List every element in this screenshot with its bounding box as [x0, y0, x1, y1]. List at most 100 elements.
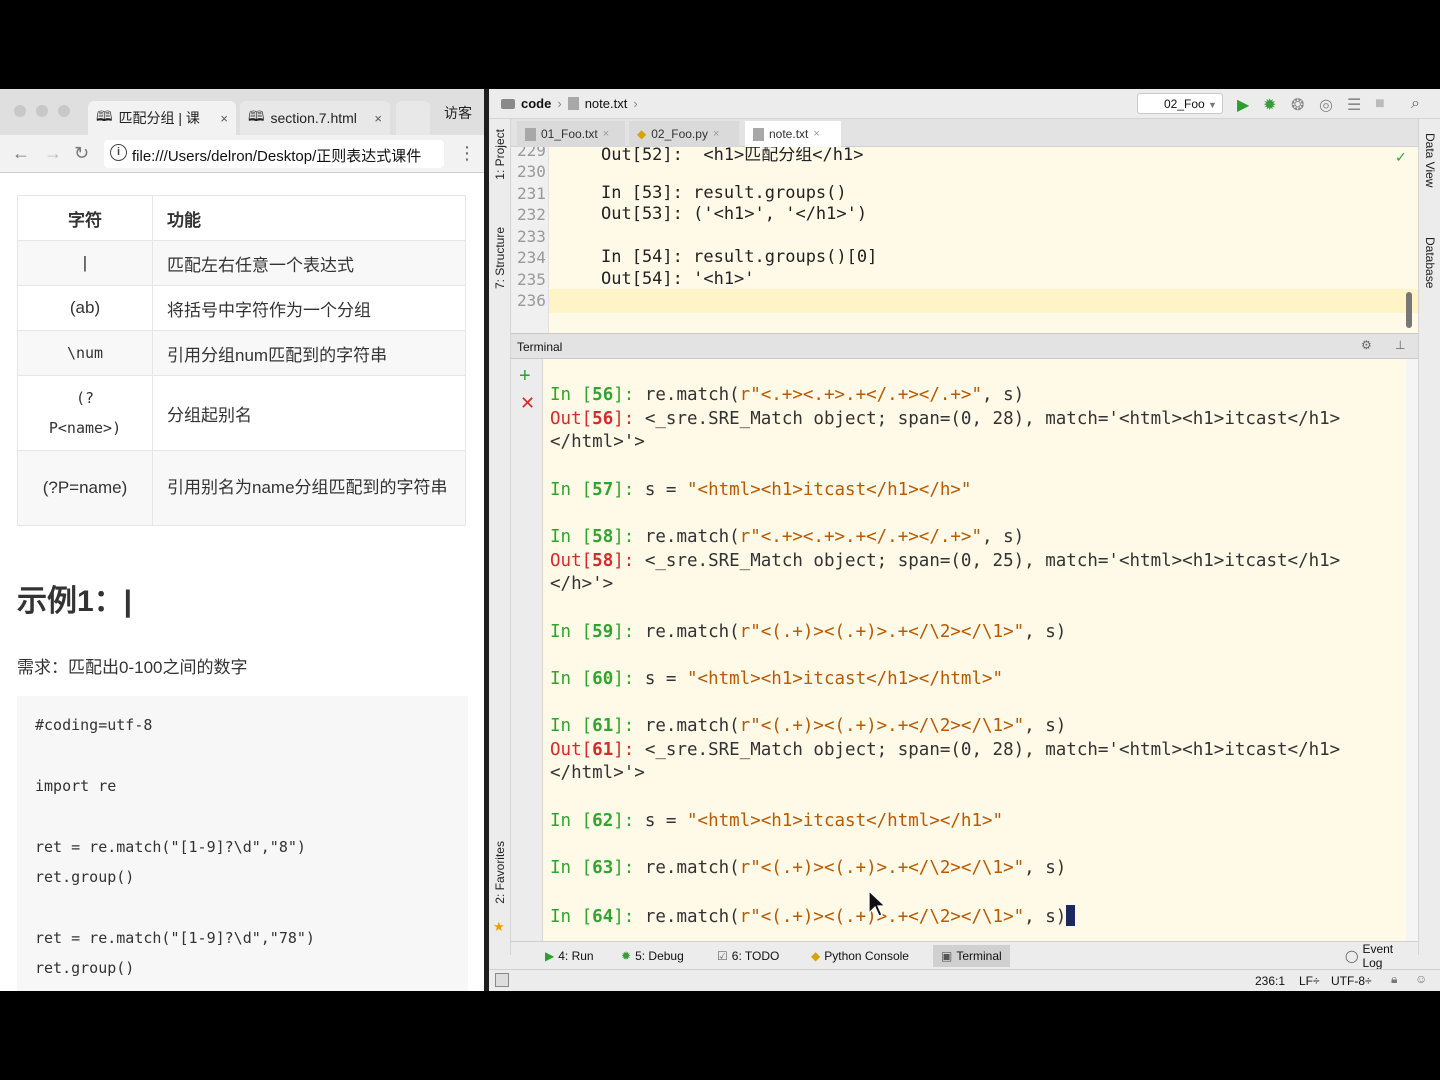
terminal-title: Terminal [517, 340, 563, 354]
add-terminal-icon[interactable]: + [519, 365, 531, 388]
inspector-icon[interactable]: ☺ [1415, 972, 1427, 986]
breadcrumb-item[interactable]: code [521, 96, 551, 111]
regex-function-table: 字符 功能 | 匹配左右任意一个表达式 (ab) 将括号中字符作为一个分组 \n… [17, 195, 466, 526]
code-line: ret = re.match("[1-9]?\d","78") [35, 929, 315, 947]
table-cell-desc: 将括号中字符作为一个分组 [152, 285, 466, 331]
text-file-icon [525, 127, 536, 141]
zoom-window-button[interactable] [58, 105, 70, 117]
tab-title: section.7.html [270, 110, 357, 126]
editor-tab-02-foo[interactable]: ◆ 02_Foo.py × [629, 121, 739, 147]
table-cell-char: | [17, 240, 153, 286]
run-config-select[interactable]: 02_Foo ▼ [1137, 93, 1223, 114]
editor-scrollbar[interactable] [1406, 292, 1412, 328]
editor-line: Out[52]: <h1>匹配分组</h1> [601, 147, 864, 165]
code-line: ret.group() [35, 868, 135, 886]
line-number: 234 [517, 248, 546, 267]
tab-label: 02_Foo.py [651, 127, 708, 141]
info-icon[interactable]: i [110, 144, 127, 161]
browser-window: 🕮 匹配分组 | 课 × 🕮 section.7.html × 访客 ← → ↻… [0, 89, 484, 991]
browser-tab-1[interactable]: 🕮 匹配分组 | 课 × [88, 101, 236, 135]
debug-tool-button[interactable]: ✹ 5: Debug [613, 945, 692, 967]
run-icon[interactable]: ▶ [1237, 95, 1249, 115]
url-field[interactable]: i file:///Users/delron/Desktop/正则表达式课件 [104, 140, 444, 168]
run-tool-button[interactable]: ▶ 4: Run [537, 945, 602, 967]
line-separator[interactable]: LF÷ [1299, 974, 1320, 988]
line-number: 232 [517, 205, 546, 224]
caret-position[interactable]: 236:1 [1255, 974, 1285, 988]
forward-arrow-icon[interactable]: → [44, 143, 62, 164]
status-bar: 236:1 LF÷ UTF-8÷ 🔒︎ ☺ [489, 969, 1440, 991]
structure-tool-button[interactable]: 7: Structure [493, 227, 507, 289]
close-tab-icon[interactable]: × [220, 111, 228, 126]
check-icon: ✓ [1395, 149, 1407, 165]
terminal-line: In [61]: re.match(r"<(.+)><(.+)>.+</\2><… [550, 716, 1067, 736]
tab-title: 匹配分组 | 课 [118, 110, 200, 126]
browser-tab-2[interactable]: 🕮 section.7.html × [240, 101, 390, 135]
book-icon: 🕮 [96, 108, 113, 124]
lock-icon[interactable]: 🔒︎ [1391, 972, 1397, 987]
terminal-header: Terminal ⚙ ⊥ [511, 333, 1418, 359]
todo-tool-button[interactable]: ☑ 6: TODO [709, 945, 787, 967]
reload-icon[interactable]: ↻ [74, 143, 89, 164]
star-icon: ★ [493, 919, 505, 934]
visitor-label[interactable]: 访客 [444, 103, 472, 123]
hide-panel-icon[interactable]: ⊥ [1395, 338, 1405, 352]
terminal-line: In [56]: re.match(r"<.+><.+>.+</.+></.+>… [550, 385, 1025, 405]
close-tab-icon[interactable]: × [713, 128, 719, 140]
table-header: 字符 [17, 195, 153, 241]
code-line: #coding=utf-8 [35, 716, 153, 734]
breadcrumb-item[interactable]: note.txt [585, 96, 628, 111]
terminal-tool-button[interactable]: ▣ Terminal [933, 945, 1010, 967]
terminal-scrollbar[interactable] [1406, 359, 1418, 941]
chevron-right-icon: › [633, 96, 638, 111]
mouse-pointer-icon [868, 889, 887, 917]
close-tab-icon[interactable]: × [813, 128, 819, 140]
editor-line: Out[53]: ('<h1>', '</h1>') [601, 204, 868, 224]
terminal-line: In [57]: s = "<html><h1>itcast</h1></h>" [550, 480, 972, 500]
table-cell-char: \num [17, 330, 153, 376]
concurrency-icon[interactable]: ☰ [1347, 95, 1361, 115]
minimize-window-button[interactable] [36, 105, 48, 117]
python-file-icon: ◆ [637, 127, 647, 141]
close-tab-icon[interactable]: × [603, 128, 609, 140]
python-console-button[interactable]: ◆ Python Console [803, 945, 917, 967]
table-row: (?P<name>) 分组起别名 [17, 375, 466, 451]
terminal-output[interactable]: In [56]: re.match(r"<.+><.+>.+</.+></.+>… [543, 359, 1406, 941]
line-number: 231 [517, 184, 546, 203]
profile-icon[interactable]: ◎ [1319, 95, 1333, 115]
table-cell-char: (?P<name>) [17, 375, 153, 451]
search-icon[interactable]: ⌕ [1411, 95, 1420, 113]
editor-pane[interactable]: 229 230 231 232 233 234 235 236 Out[52]:… [511, 147, 1418, 333]
new-tab-button[interactable] [396, 101, 430, 135]
stop-icon[interactable]: ■ [1375, 95, 1385, 113]
coverage-icon[interactable]: ❂ [1291, 95, 1304, 115]
chevron-right-icon: › [557, 96, 562, 111]
event-log-button[interactable]: ◯ Event Log [1337, 942, 1418, 970]
project-tool-button[interactable]: 1: Project [493, 129, 507, 180]
database-tool-button[interactable]: Database [1423, 237, 1437, 288]
menu-dots-icon[interactable]: ⋮ [458, 143, 476, 164]
terminal-line: In [63]: re.match(r"<(.+)><(.+)>.+</\2><… [550, 858, 1067, 878]
address-bar: ← → ↻ i file:///Users/delron/Desktop/正则表… [0, 135, 484, 173]
current-line-highlight [549, 289, 1418, 313]
panel-toggle-icon[interactable] [495, 973, 509, 987]
speech-bubble-icon: ◯ [1345, 949, 1359, 963]
close-tab-icon[interactable]: × [374, 111, 382, 126]
back-arrow-icon[interactable]: ← [12, 143, 30, 164]
editor-tab-01-foo[interactable]: 01_Foo.txt × [517, 121, 625, 147]
file-encoding[interactable]: UTF-8÷ [1331, 974, 1372, 988]
favorites-tool-button[interactable]: 2: Favorites [493, 841, 507, 904]
editor-tab-note[interactable]: note.txt × [745, 121, 841, 147]
gear-icon[interactable]: ⚙ [1361, 338, 1372, 352]
editor-line: In [54]: result.groups()[0] [601, 247, 878, 267]
requirement-text: 需求：匹配出0-100之间的数字 [17, 658, 248, 677]
line-number: 229 [517, 147, 546, 160]
close-terminal-icon[interactable]: ✕ [520, 393, 535, 414]
table-cell-char: (ab) [17, 285, 153, 331]
table-cell-desc: 分组起别名 [152, 375, 466, 451]
close-window-button[interactable] [14, 105, 26, 117]
folder-icon [501, 98, 515, 109]
line-number: 235 [517, 270, 546, 289]
data-view-tool-button[interactable]: Data View [1423, 133, 1437, 187]
debug-icon[interactable]: ✹ [1263, 95, 1276, 115]
